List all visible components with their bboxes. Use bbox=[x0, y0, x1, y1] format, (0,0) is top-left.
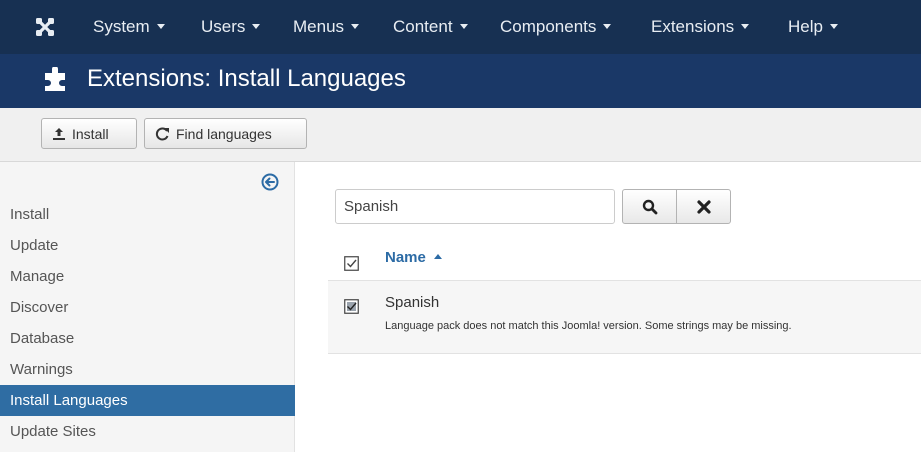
nav-menu-system[interactable]: System bbox=[93, 17, 165, 37]
install-button[interactable]: Install bbox=[41, 118, 137, 149]
language-name: Spanish bbox=[385, 294, 440, 311]
find-languages-button-label: Find languages bbox=[176, 125, 272, 142]
nav-menu-users[interactable]: Users bbox=[201, 17, 261, 37]
refresh-icon bbox=[155, 127, 169, 140]
sidebar-item-warnings[interactable]: Warnings bbox=[0, 354, 295, 385]
column-header-name[interactable]: Name bbox=[385, 248, 442, 268]
search-icon bbox=[642, 199, 657, 214]
sidebar-item-update[interactable]: Update bbox=[0, 230, 295, 261]
nav-menu-menus[interactable]: Menus bbox=[293, 17, 360, 37]
language-description: Language pack does not match this Joomla… bbox=[385, 320, 792, 332]
nav-menu-label: Components bbox=[500, 17, 597, 36]
install-button-label: Install bbox=[72, 125, 109, 142]
joomla-logo-icon[interactable] bbox=[35, 17, 55, 37]
clear-search-button[interactable] bbox=[676, 189, 731, 224]
caret-down-icon bbox=[252, 24, 261, 29]
nav-menu-help[interactable]: Help bbox=[788, 17, 838, 37]
sidebar-item-manage[interactable]: Manage bbox=[0, 261, 295, 292]
sidebar-item-database[interactable]: Database bbox=[0, 323, 295, 354]
row-checkbox[interactable] bbox=[344, 299, 359, 314]
sort-ascending-icon bbox=[433, 254, 442, 259]
nav-menu-label: Help bbox=[788, 17, 823, 36]
sidebar-item-install[interactable]: Install bbox=[0, 199, 295, 230]
caret-down-icon bbox=[156, 24, 165, 29]
toolbar bbox=[0, 108, 921, 162]
close-icon bbox=[696, 199, 711, 214]
upload-icon bbox=[53, 127, 65, 140]
column-header-label: Name bbox=[385, 249, 426, 266]
sidebar-item-discover[interactable]: Discover bbox=[0, 292, 295, 323]
nav-menu-label: System bbox=[93, 17, 150, 36]
sidebar-item-update-sites[interactable]: Update Sites bbox=[0, 416, 295, 447]
page-title: Extensions: Install Languages bbox=[87, 65, 406, 92]
caret-down-icon bbox=[603, 24, 612, 29]
caret-down-icon bbox=[829, 24, 838, 29]
search-input[interactable] bbox=[335, 189, 615, 224]
sidebar-item-install-languages[interactable]: Install Languages bbox=[0, 385, 295, 416]
caret-down-icon bbox=[459, 24, 468, 29]
search-button[interactable] bbox=[622, 189, 677, 224]
arrow-left-circle-icon[interactable] bbox=[261, 173, 279, 191]
caret-down-icon bbox=[741, 24, 750, 29]
nav-menu-extensions[interactable]: Extensions bbox=[651, 17, 750, 37]
nav-menu-label: Extensions bbox=[651, 17, 735, 36]
nav-menu-content[interactable]: Content bbox=[393, 17, 468, 37]
nav-menu-components[interactable]: Components bbox=[500, 17, 612, 37]
nav-menu-label: Menus bbox=[293, 17, 345, 36]
nav-menu-label: Users bbox=[201, 17, 246, 36]
find-languages-button[interactable]: Find languages bbox=[144, 118, 307, 149]
puzzle-piece-icon bbox=[45, 67, 65, 91]
nav-menu-label: Content bbox=[393, 17, 453, 36]
caret-down-icon bbox=[351, 24, 360, 29]
select-all-checkbox[interactable] bbox=[344, 256, 359, 271]
